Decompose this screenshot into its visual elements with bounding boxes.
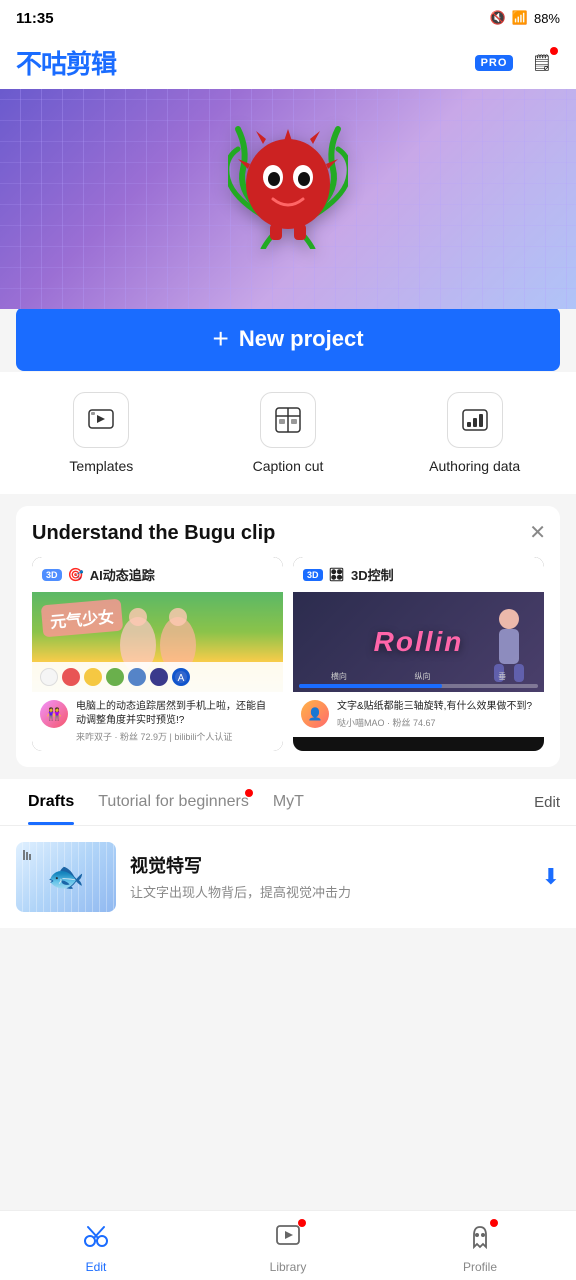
- tab-tutorial-notif: [245, 789, 253, 797]
- library-notif-dot: [298, 1219, 306, 1227]
- card1-image: 元气少女 A: [32, 592, 283, 692]
- header: 不咕剪辑 PRO 🗒: [0, 36, 576, 89]
- quick-action-caption-cut[interactable]: Caption cut: [195, 392, 382, 474]
- card2-image: Rollin 横向 纵向 垂: [293, 592, 544, 692]
- palette-dot-2: [62, 668, 80, 686]
- card2-3d-badge: 3D: [303, 569, 323, 581]
- caption-cut-icon-box: [260, 392, 316, 448]
- close-banner-button[interactable]: ✕: [529, 520, 546, 545]
- card1-header-text: AI动态追踪: [90, 565, 155, 584]
- info-banner: Understand the Bugu clip ✕ 3D 🎯 AI动态追踪: [16, 506, 560, 767]
- nav-profile[interactable]: Profile: [384, 1221, 576, 1274]
- tabs-header: Drafts Tutorial for beginners MyT Edit: [0, 779, 576, 826]
- quick-action-templates[interactable]: Templates: [8, 392, 195, 474]
- draft-info: 视觉特写 让文字出现人物背后，提高视觉冲击力: [130, 852, 528, 902]
- palette-dot-6: [150, 668, 168, 686]
- plus-icon: +: [212, 323, 228, 355]
- card2-description: 文字&贴纸都能三轴旋转,有什么效果做不到?: [337, 700, 532, 714]
- card1-avatar: 👭: [40, 700, 68, 728]
- draft-description: 让文字出现人物背后，提高视觉冲击力: [130, 884, 528, 902]
- nav-library[interactable]: Library: [192, 1221, 384, 1274]
- card2-avatar: 👤: [301, 700, 329, 728]
- tab-edit-button[interactable]: Edit: [526, 780, 560, 825]
- app-logo: 不咕剪辑: [16, 44, 116, 81]
- caption-cut-label: Caption cut: [253, 458, 324, 474]
- authoring-data-icon-box: [447, 392, 503, 448]
- card1-icon: 🎯: [68, 567, 84, 583]
- draft-download-button[interactable]: ⬇: [542, 864, 560, 890]
- profile-notif-dot: [490, 1219, 498, 1227]
- battery-text: 88%: [534, 11, 560, 26]
- templates-label: Templates: [69, 458, 133, 474]
- quick-actions: Templates Caption cut Authoring data: [0, 372, 576, 494]
- authoring-data-label: Authoring data: [429, 458, 520, 474]
- info-banner-title: Understand the Bugu clip: [32, 522, 544, 545]
- fish-icon: 🐟: [47, 860, 84, 895]
- mascot-monster: [228, 109, 348, 268]
- card1-3d-badge: 3D: [42, 569, 62, 581]
- card1-palette: A: [32, 662, 283, 692]
- draft-thumbnail: 🐟: [16, 842, 116, 912]
- notifications-button[interactable]: 🗒: [524, 45, 560, 81]
- bottom-nav: Edit Library Profile: [0, 1210, 576, 1280]
- scissors-icon: [82, 1221, 110, 1256]
- profile-icon: [466, 1221, 494, 1256]
- header-actions: PRO 🗒: [476, 45, 560, 81]
- status-icons: 🔇 📶 88%: [490, 10, 560, 26]
- card1-meta: 来咋双子 · 粉丝 72.9万 | bilibili个人认证: [76, 730, 275, 743]
- wifi-icon: 📶: [512, 10, 528, 26]
- tab-tutorial[interactable]: Tutorial for beginners: [86, 779, 261, 825]
- svg-text:A: A: [178, 673, 185, 684]
- card2-label-1: 横向: [331, 671, 347, 682]
- nav-edit-label: Edit: [86, 1260, 107, 1274]
- rollin-text: Rollin: [374, 626, 464, 658]
- library-icon: [274, 1221, 302, 1256]
- palette-dot-4: [106, 668, 124, 686]
- card2-meta: 哒小喵MAO · 粉丝 74.67: [337, 716, 532, 729]
- palette-dot-1: [40, 668, 58, 686]
- info-cards: 3D 🎯 AI动态追踪 元气少女: [32, 557, 544, 751]
- nav-edit[interactable]: Edit: [0, 1221, 192, 1274]
- card2-header-text: 3D控制: [351, 565, 394, 584]
- draft-item[interactable]: 🐟 视觉特写 让文字出现人物背后，提高视觉冲击力 ⬇: [0, 826, 576, 928]
- card2-label-3: 垂: [498, 671, 506, 682]
- tab-drafts[interactable]: Drafts: [16, 779, 86, 825]
- pro-button[interactable]: PRO: [476, 45, 512, 81]
- tab-myt[interactable]: MyT: [261, 779, 316, 825]
- card2-header: 3D 🎛 3D控制: [293, 557, 544, 592]
- card2-footer: 👤 文字&贴纸都能三轴旋转,有什么效果做不到? 哒小喵MAO · 粉丝 74.6…: [293, 692, 544, 737]
- bell-icon: 🗒: [532, 53, 552, 73]
- notif-dot: [550, 47, 558, 55]
- card1-footer: 👭 电脑上的动态追踪居然到手机上啦，还能自动调整角度并实时预览!? 来咋双子 ·…: [32, 692, 283, 751]
- nav-library-label: Library: [270, 1260, 307, 1274]
- card2-label-2: 纵向: [414, 671, 430, 682]
- card1-description: 电脑上的动态追踪居然到手机上啦，还能自动调整角度并实时预览!?: [76, 700, 275, 728]
- draft-title: 视觉特写: [130, 852, 528, 878]
- quick-action-authoring-data[interactable]: Authoring data: [381, 392, 568, 474]
- status-bar: 11:35 🔇 📶 88%: [0, 0, 576, 36]
- new-project-button[interactable]: + New project: [16, 307, 560, 371]
- mute-icon: 🔇: [490, 10, 506, 26]
- hero-banner: [0, 89, 576, 309]
- templates-icon-box: [73, 392, 129, 448]
- new-project-label: New project: [239, 326, 364, 352]
- card2-icon: 🎛: [329, 567, 346, 583]
- info-card-2[interactable]: 3D 🎛 3D控制 Rollin 横向: [293, 557, 544, 751]
- nav-profile-label: Profile: [463, 1260, 497, 1274]
- palette-dot-5: [128, 668, 146, 686]
- palette-dot-3: [84, 668, 102, 686]
- tabs-section: Drafts Tutorial for beginners MyT Edit 🐟: [0, 779, 576, 928]
- pro-badge: PRO: [475, 55, 514, 71]
- info-card-1[interactable]: 3D 🎯 AI动态追踪 元气少女: [32, 557, 283, 751]
- card1-header: 3D 🎯 AI动态追踪: [32, 557, 283, 592]
- status-time: 11:35: [16, 10, 54, 27]
